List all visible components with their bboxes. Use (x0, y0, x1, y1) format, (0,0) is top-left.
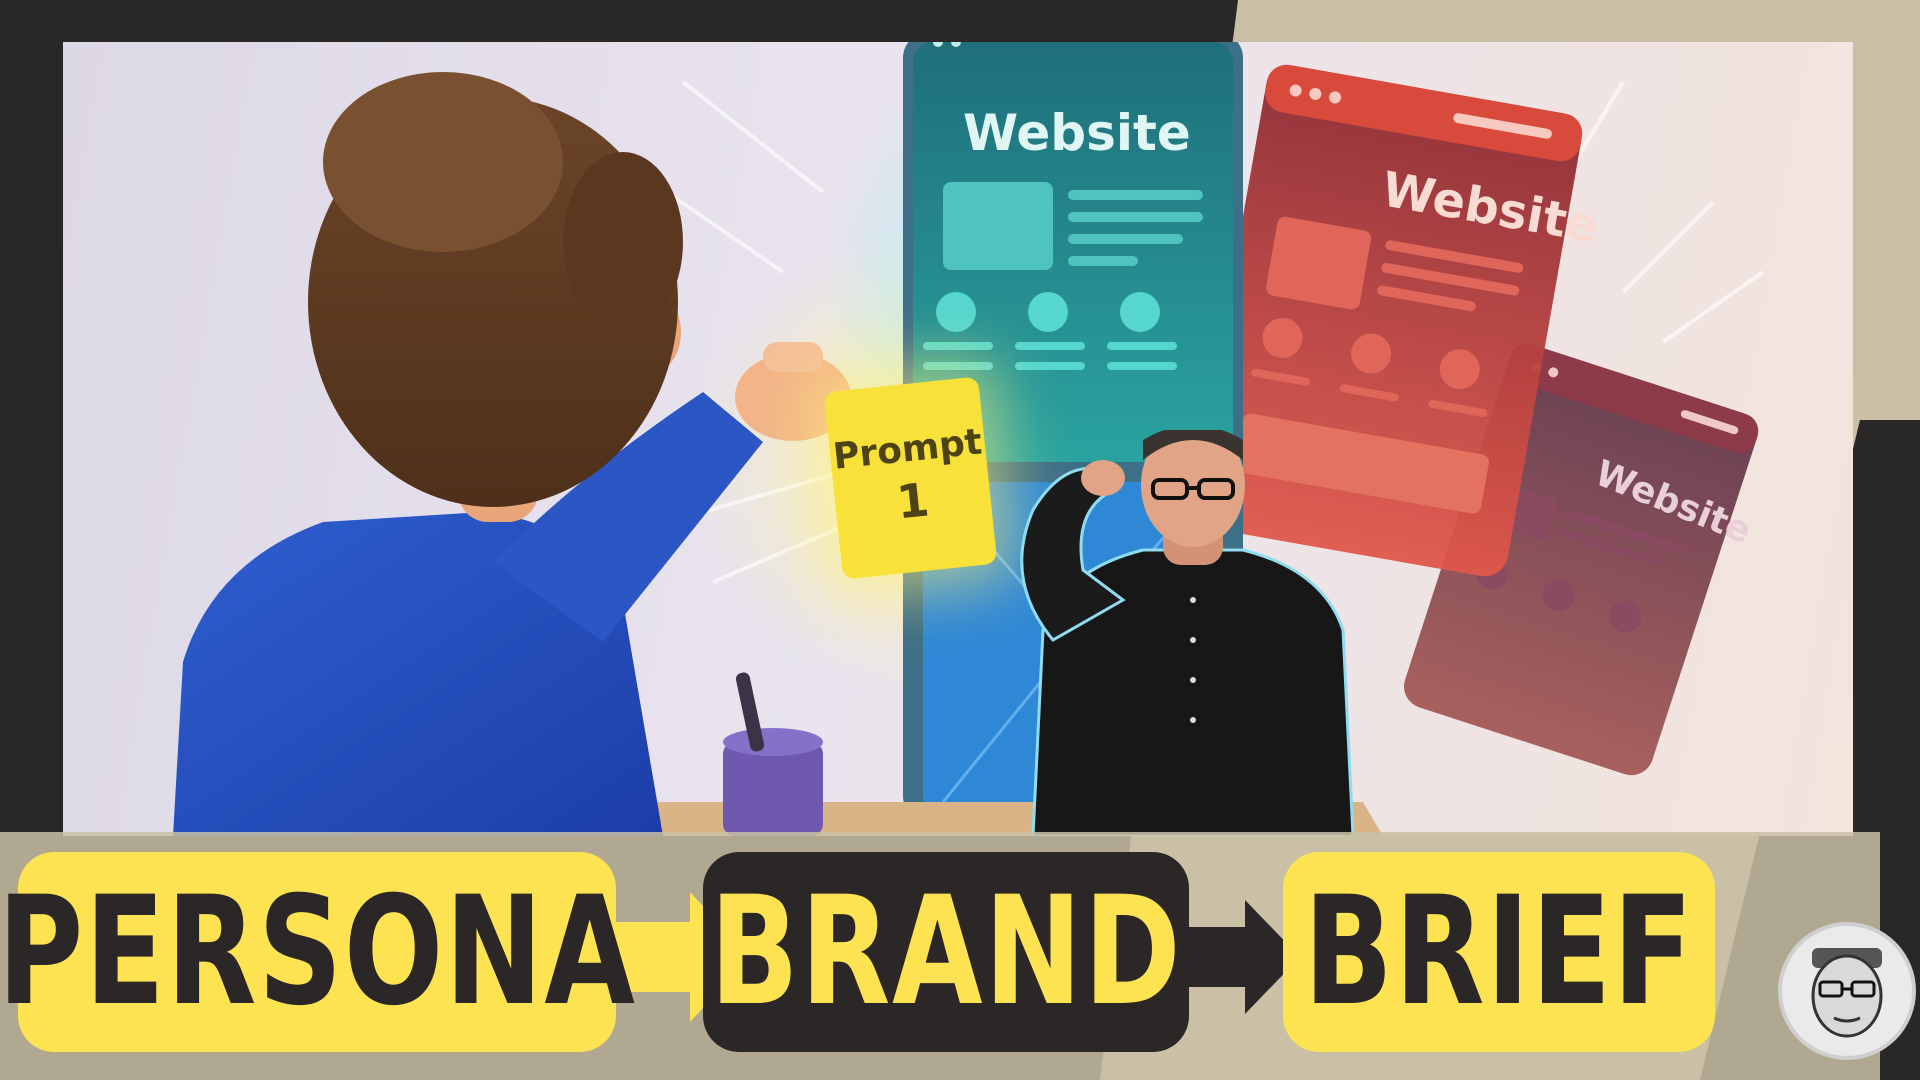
prompt-card: Prompt 1 (823, 376, 998, 580)
presenter-figure (1020, 430, 1355, 836)
persona-label: PERSONA (0, 865, 637, 1039)
illustration-scene: Website Website Website Prompt 1 (63, 42, 1853, 836)
channel-avatar-icon (1778, 922, 1916, 1060)
prompt-card-label: Prompt (831, 420, 984, 478)
prompt-card-number: 1 (894, 471, 932, 529)
website-title-teal: Website (963, 104, 1191, 162)
brand-label-wrap: BRAND (710, 852, 1181, 1052)
brief-label-wrap: BRIEF (1304, 852, 1693, 1052)
brief-label: BRIEF (1303, 865, 1695, 1039)
brand-label: BRAND (709, 865, 1183, 1039)
persona-label-wrap: PERSONA (0, 852, 635, 1052)
title-banner: PERSONA BRAND BRIEF (0, 832, 1920, 1080)
